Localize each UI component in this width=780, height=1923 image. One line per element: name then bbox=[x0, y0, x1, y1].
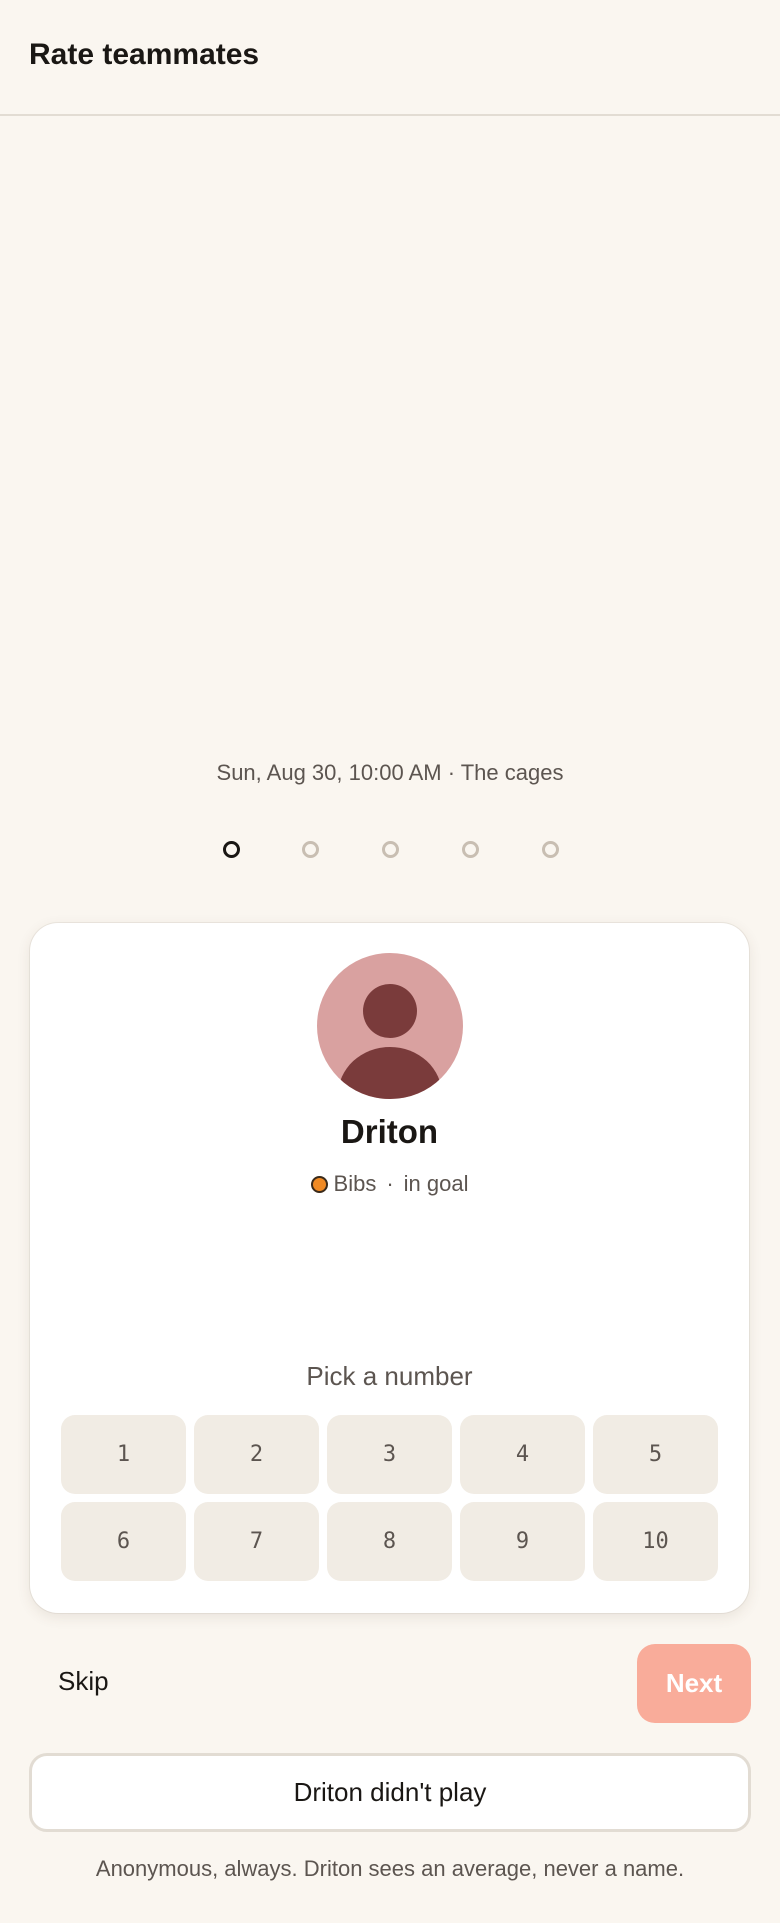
rating-option-7[interactable]: 7 bbox=[194, 1502, 319, 1581]
avatar bbox=[317, 953, 463, 1099]
rating-option-4[interactable]: 4 bbox=[460, 1415, 585, 1494]
didnt-play-button[interactable]: Driton didn't play bbox=[29, 1753, 751, 1832]
player-team: Bibs bbox=[333, 1171, 377, 1196]
rating-option-5[interactable]: 5 bbox=[593, 1415, 718, 1494]
progress-dot-5 bbox=[542, 841, 559, 858]
progress-dot-4 bbox=[462, 841, 479, 858]
progress-dot-3 bbox=[382, 841, 399, 858]
player-name: Driton bbox=[340, 1113, 439, 1150]
team-color-icon bbox=[310, 1175, 328, 1193]
page-title: Rate teammates bbox=[29, 38, 260, 71]
person-icon bbox=[338, 984, 442, 1099]
player-details: Bibs · in goal bbox=[30, 1171, 749, 1197]
rating-option-3[interactable]: 3 bbox=[327, 1415, 452, 1494]
rating-option-10[interactable]: 10 bbox=[593, 1502, 718, 1581]
app-header: Rate teammates bbox=[0, 0, 780, 116]
rating-option-8[interactable]: 8 bbox=[327, 1502, 452, 1581]
rating-grid: 1 2 3 4 5 6 7 8 9 10 bbox=[61, 1415, 718, 1581]
rating-option-2[interactable]: 2 bbox=[194, 1415, 319, 1494]
skip-button[interactable]: Skip bbox=[58, 1666, 109, 1697]
player-role: in goal bbox=[403, 1171, 469, 1196]
progress-dot-2 bbox=[302, 841, 319, 858]
match-info: Sun, Aug 30, 10:00 AM · The cages bbox=[216, 760, 564, 785]
progress-dot-1 bbox=[223, 841, 240, 858]
progress-dots bbox=[0, 841, 780, 859]
separator: · bbox=[386, 1171, 394, 1196]
rating-option-9[interactable]: 9 bbox=[460, 1502, 585, 1581]
next-button[interactable]: Next bbox=[637, 1644, 751, 1723]
rating-prompt: Pick a number bbox=[306, 1361, 473, 1391]
player-rating-card: Driton Bibs · in goal Pick a number 1 2 … bbox=[30, 923, 749, 1613]
anonymity-note: Anonymous, always. Driton sees an averag… bbox=[95, 1856, 685, 1881]
rating-option-6[interactable]: 6 bbox=[61, 1502, 186, 1581]
rating-option-1[interactable]: 1 bbox=[61, 1415, 186, 1494]
